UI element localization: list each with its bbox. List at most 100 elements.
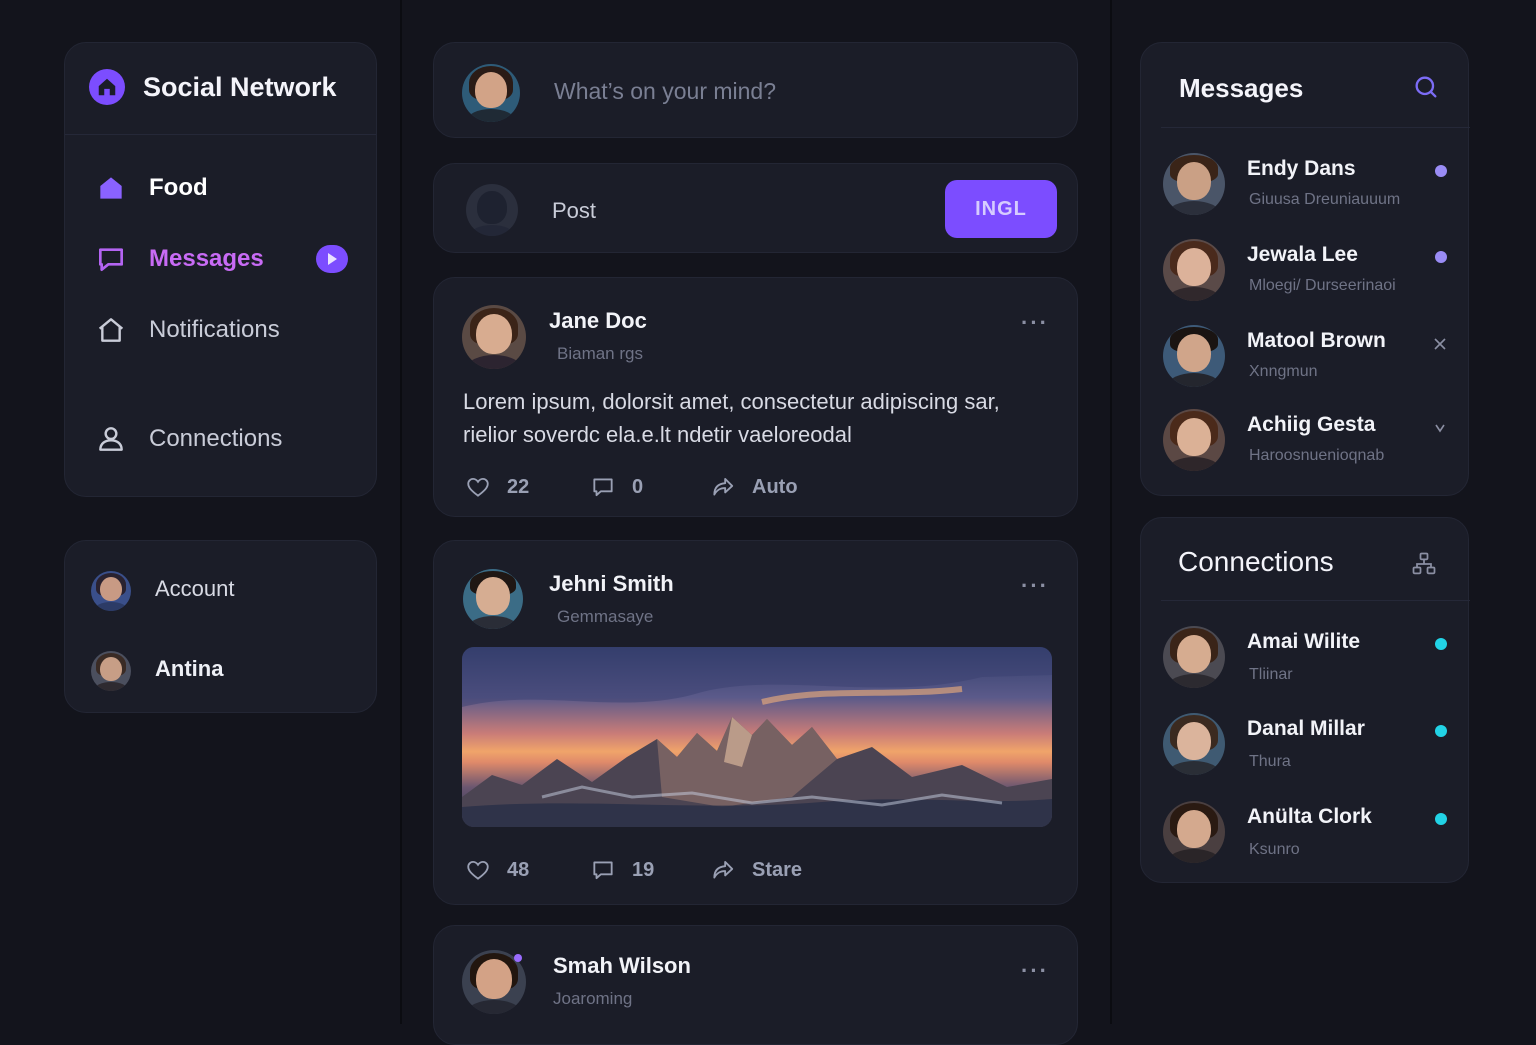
account-item-account[interactable]: Account bbox=[91, 571, 351, 613]
comment-button[interactable]: 0 bbox=[590, 474, 643, 500]
sidebar-header-divider bbox=[65, 134, 376, 135]
network-icon[interactable] bbox=[1410, 550, 1438, 578]
connection-name: Danal Millar bbox=[1247, 717, 1365, 740]
comment-count: 19 bbox=[632, 858, 655, 881]
account-item-antina[interactable]: Antina bbox=[91, 651, 351, 693]
connection-status: Ksunro bbox=[1249, 841, 1300, 858]
post-card: Jane Doc Biaman rgs ··· Lorem ipsum, dol… bbox=[433, 277, 1078, 517]
sidebar-item-messages[interactable]: Messages bbox=[95, 239, 348, 279]
comment-count: 0 bbox=[632, 475, 644, 498]
post-composer-card: Post INGL bbox=[433, 163, 1078, 253]
avatar bbox=[462, 64, 520, 122]
share-label: Auto bbox=[752, 475, 798, 498]
status-input[interactable] bbox=[540, 67, 1040, 115]
post-author[interactable]: Jane Doc bbox=[549, 308, 647, 334]
avatar bbox=[1163, 713, 1225, 775]
comment-button[interactable]: 19 bbox=[590, 857, 654, 883]
account-switcher-card: Account Antina bbox=[64, 540, 377, 713]
message-sender: Achiig Gesta bbox=[1247, 413, 1376, 436]
heart-icon bbox=[467, 477, 489, 497]
online-status-dot bbox=[1435, 725, 1447, 737]
avatar bbox=[1163, 239, 1225, 301]
avatar bbox=[1163, 626, 1225, 688]
post-author[interactable]: Smah Wilson bbox=[553, 953, 691, 979]
avatar bbox=[1163, 325, 1225, 387]
message-sender: Endy Dans bbox=[1247, 157, 1356, 180]
message-preview: Giuusa Dreuniauuum bbox=[1249, 191, 1401, 208]
more-options-icon[interactable]: ··· bbox=[1021, 310, 1049, 336]
app-logo-icon bbox=[89, 69, 125, 105]
like-button[interactable]: 48 bbox=[465, 857, 529, 883]
connection-item[interactable]: Anülta Clork Ksunro bbox=[1163, 801, 1453, 865]
play-badge-icon bbox=[316, 245, 348, 273]
sidebar-item-connections[interactable]: Connections bbox=[95, 419, 282, 459]
messages-header-divider bbox=[1161, 127, 1470, 128]
post-button[interactable]: INGL bbox=[945, 180, 1057, 238]
message-item[interactable]: Achiig Gesta Haroosnuenioqnab bbox=[1163, 409, 1453, 473]
sidebar-item-notifications[interactable]: Notifications bbox=[95, 310, 280, 350]
sidebar-item-food[interactable]: Food bbox=[95, 168, 208, 208]
mountain-landscape-icon bbox=[462, 647, 1052, 827]
like-button[interactable]: 22 bbox=[465, 474, 529, 500]
share-icon bbox=[713, 477, 734, 496]
post-text: Lorem ipsum, dolorsit amet, consectetur … bbox=[463, 389, 1000, 447]
messages-card: Messages Endy Dans Giuusa Dreuniauuum Je… bbox=[1140, 42, 1470, 496]
connection-name: Amai Wilite bbox=[1247, 630, 1360, 653]
chevron-down-icon[interactable] bbox=[1433, 421, 1447, 435]
avatar bbox=[91, 571, 131, 611]
chat-bubble-icon bbox=[99, 248, 123, 271]
message-item[interactable]: Endy Dans Giuusa Dreuniauuum bbox=[1163, 153, 1453, 217]
post-image[interactable] bbox=[462, 647, 1052, 827]
heart-icon bbox=[467, 860, 489, 880]
connection-status: Thura bbox=[1249, 753, 1291, 770]
sidebar-item-label: Connections bbox=[149, 425, 283, 452]
more-options-icon[interactable]: ··· bbox=[1021, 958, 1049, 984]
avatar bbox=[1163, 409, 1225, 471]
account-label: Antina bbox=[155, 656, 224, 681]
search-icon[interactable] bbox=[1412, 73, 1440, 101]
composer-card: #x::placeholder{} bbox=[433, 42, 1078, 138]
message-item[interactable]: Jewala Lee Mloegi/ Durseerinaoi bbox=[1163, 239, 1453, 303]
post-subtitle: Gemmasaye bbox=[557, 607, 654, 626]
connection-item[interactable]: Danal Millar Thura bbox=[1163, 713, 1453, 777]
house-outline-icon bbox=[98, 318, 124, 342]
share-button[interactable]: Auto bbox=[710, 474, 798, 500]
message-preview: Mloegi/ Durseerinaoi bbox=[1249, 277, 1396, 294]
post-subtitle: Joaroming bbox=[553, 989, 633, 1008]
share-icon bbox=[713, 860, 734, 879]
avatar[interactable] bbox=[463, 569, 523, 629]
avatar[interactable] bbox=[462, 305, 526, 369]
post-card: Smah Wilson Joaroming ··· bbox=[433, 925, 1078, 1045]
app-header: Social Network bbox=[89, 69, 337, 105]
home-icon bbox=[100, 177, 122, 199]
message-sender: Matool Brown bbox=[1247, 329, 1386, 352]
avatar bbox=[91, 651, 131, 691]
share-label: Stare bbox=[752, 858, 803, 881]
comment-icon bbox=[593, 861, 613, 880]
connections-title: Connections bbox=[1178, 546, 1334, 577]
avatar bbox=[1163, 801, 1225, 863]
comment-icon bbox=[593, 478, 613, 497]
post-card: Jehni Smith Gemmasaye ··· 48 19 Stare bbox=[433, 540, 1078, 905]
connection-item[interactable]: Amai Wilite Tliinar bbox=[1163, 626, 1453, 690]
unread-dot bbox=[1435, 251, 1447, 263]
connection-status: Tliinar bbox=[1249, 666, 1293, 683]
close-icon[interactable] bbox=[1433, 337, 1447, 351]
post-label: Post bbox=[552, 198, 597, 223]
sidebar-nav-card: Social Network Food Messages Notificatio… bbox=[64, 42, 377, 497]
account-label: Account bbox=[155, 576, 235, 601]
sidebar-item-label: Food bbox=[149, 174, 208, 201]
message-sender: Jewala Lee bbox=[1247, 243, 1358, 266]
more-options-icon[interactable]: ··· bbox=[1021, 573, 1049, 599]
online-status-dot bbox=[1435, 638, 1447, 650]
avatar bbox=[1163, 153, 1225, 215]
online-status-dot bbox=[1435, 813, 1447, 825]
sidebar-item-label: Messages bbox=[149, 245, 264, 272]
online-indicator-dot bbox=[514, 954, 522, 962]
messages-title: Messages bbox=[1179, 73, 1304, 103]
share-button[interactable]: Stare bbox=[710, 857, 802, 883]
message-item[interactable]: Matool Brown Xnngmun bbox=[1163, 325, 1453, 389]
unread-dot bbox=[1435, 165, 1447, 177]
post-author[interactable]: Jehni Smith bbox=[549, 571, 674, 597]
post-subtitle: Biaman rgs bbox=[557, 344, 643, 363]
